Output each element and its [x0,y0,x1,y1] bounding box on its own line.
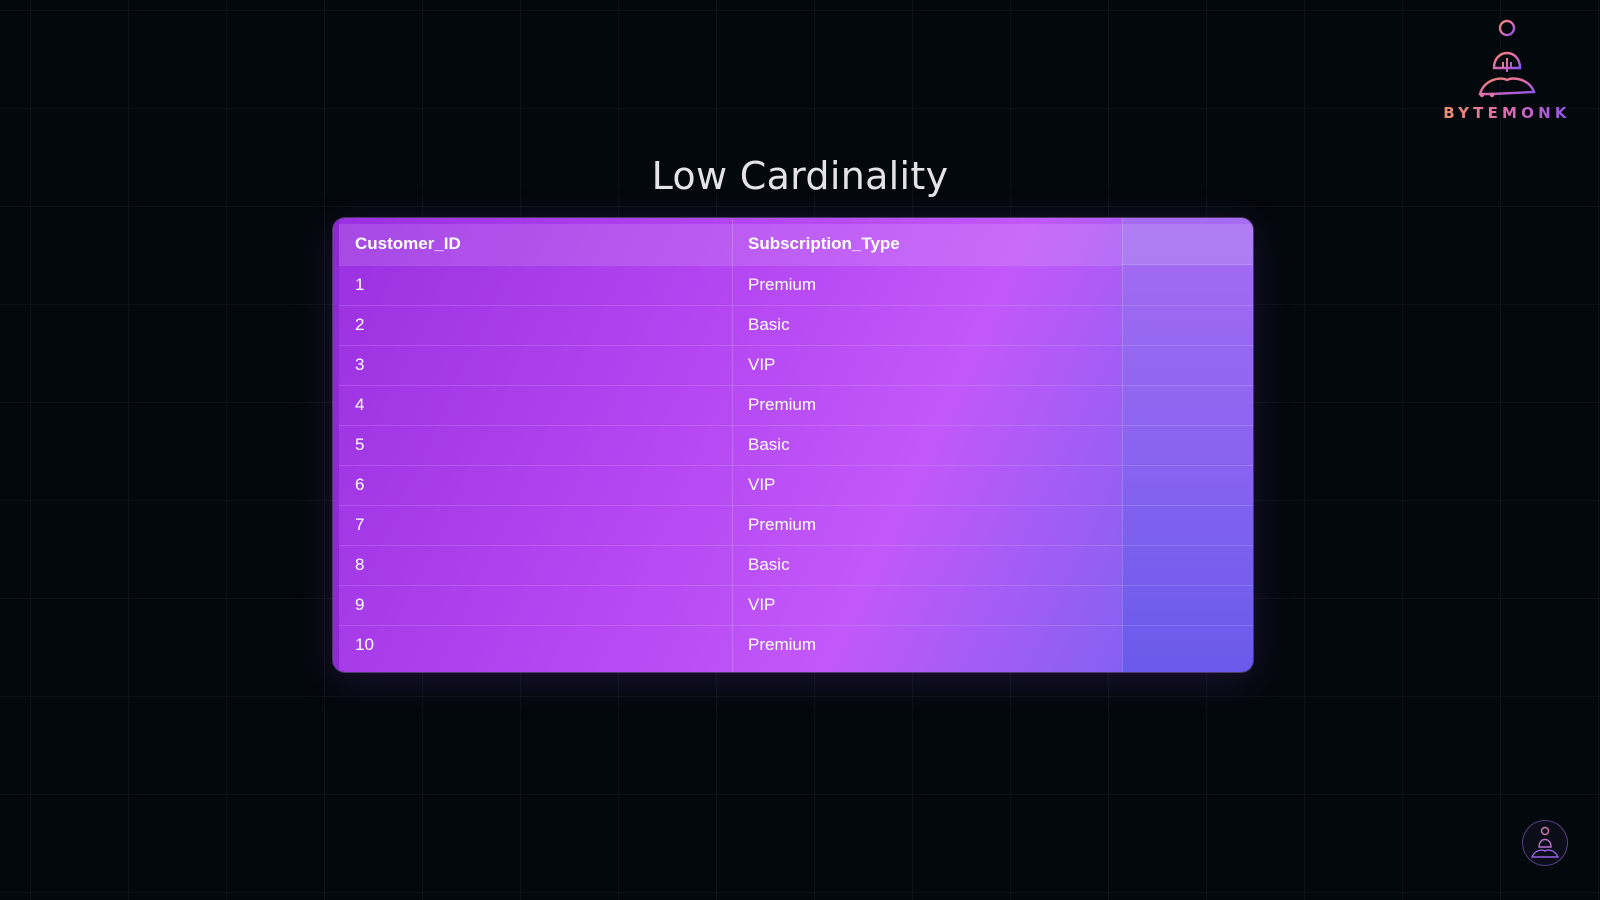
row-separator [1122,345,1253,346]
table-header-row: Customer_ID Subscription_Type [339,224,1122,266]
row-separator [1122,545,1253,546]
cell-customer-id: 2 [339,305,732,346]
cell-customer-id: 3 [339,345,732,386]
avatar [1522,820,1568,866]
page-title: Low Cardinality [651,154,949,198]
cell-customer-id: 9 [339,585,732,626]
row-separator [1122,505,1253,506]
cell-subscription-type: Basic [732,545,1122,586]
cell-customer-id: 8 [339,545,732,586]
data-table-card: Customer_ID Subscription_Type 1 Premium … [333,218,1253,672]
row-separator [1122,305,1253,306]
cell-subscription-type: Basic [732,305,1122,346]
cell-customer-id: 10 [355,635,374,655]
meditating-monk-icon [1478,19,1536,98]
column-header-subscription-type: Subscription_Type [732,224,1122,266]
row-separator [1122,425,1253,426]
cell-subscription-type: Premium [732,505,1122,546]
cell-customer-id: 1 [339,265,732,306]
cell-customer-id: 4 [339,385,732,426]
table-row: 9 VIP [339,585,1122,626]
cell-subscription-type: Basic [732,425,1122,466]
table-empty-column [1122,218,1253,672]
cell-subscription-type: VIP [732,465,1122,506]
column-header-customer-id: Customer_ID [339,224,732,266]
cell-subscription-type: Premium [732,385,1122,426]
cell-customer-id: 5 [339,425,732,466]
table-row: 10 Premium [339,625,1122,665]
cell-subscription-type: VIP [732,345,1122,386]
cell-subscription-type: Premium [748,635,817,655]
cell-subscription-type: Premium [732,265,1122,306]
row-separator [1122,385,1253,386]
table-row: 5 Basic [339,425,1122,466]
cell-customer-id: 7 [339,505,732,546]
column-divider [1122,218,1123,672]
row-separator [1122,465,1253,466]
row-separator [1122,585,1253,586]
row-separator [1122,625,1253,626]
table-row: 1 Premium [339,265,1122,306]
table-row: 2 Basic [339,305,1122,346]
table-row: 3 VIP [339,345,1122,386]
table-row: 4 Premium [339,385,1122,426]
data-table: Customer_ID Subscription_Type 1 Premium … [339,224,1122,665]
monk-avatar-icon [1530,826,1560,858]
brand-logo: BYTEMONK [1440,18,1574,128]
cell-customer-id: 6 [339,465,732,506]
table-row: 6 VIP [339,465,1122,506]
cell-subscription-type: VIP [732,585,1122,626]
table-row: 7 Premium [339,505,1122,546]
table-header-empty-cell [1122,224,1253,265]
brand-wordmark: BYTEMONK [1440,104,1574,122]
table-row: 8 Basic [339,545,1122,586]
